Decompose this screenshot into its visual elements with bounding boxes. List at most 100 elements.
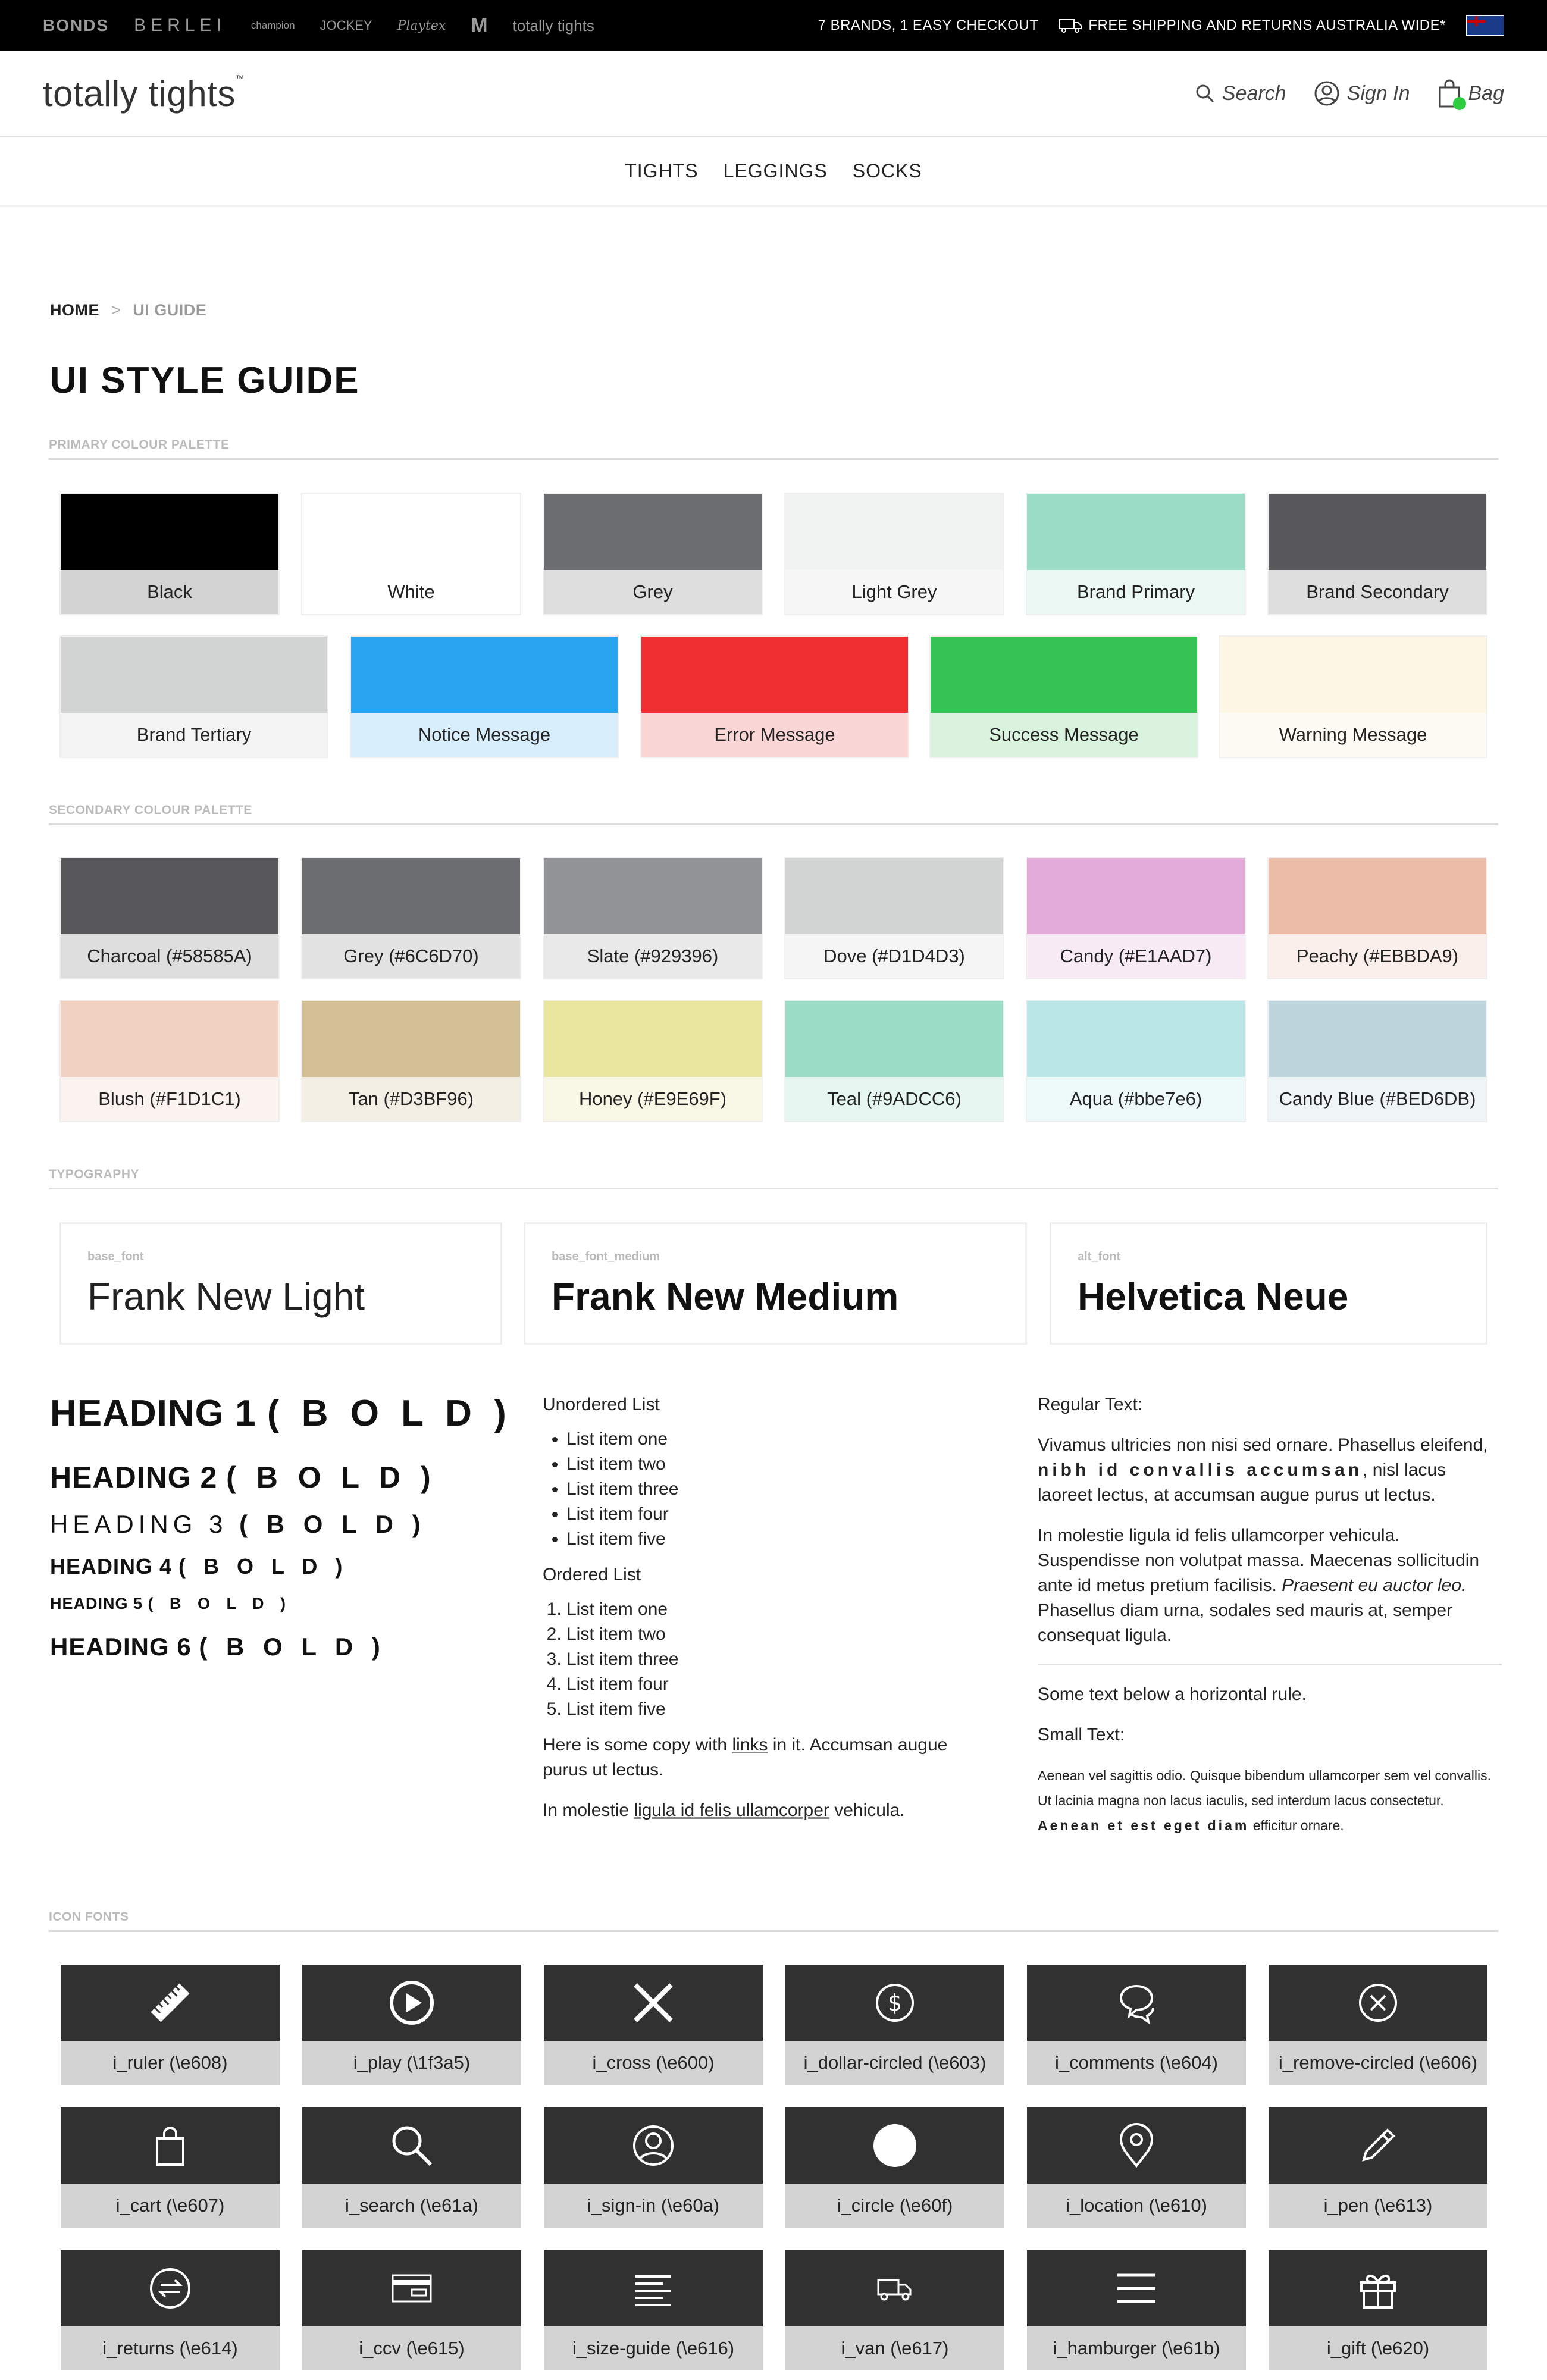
icon-card: i_remove-circled (\e606) [1269, 1965, 1488, 2085]
swatch-color [1220, 637, 1486, 713]
icon-card-preview [302, 2107, 521, 2184]
australia-flag-icon[interactable] [1466, 15, 1504, 36]
swatch-label: Teal (#9ADCC6) [785, 1077, 1003, 1121]
list-item: List item four [566, 1672, 995, 1697]
section-title-typography: TYPOGRAPHY [49, 1167, 1498, 1189]
search-icon [1196, 84, 1214, 103]
ccv-icon [392, 2274, 432, 2303]
heading-4-sample: HEADING 4 ( B O L D ) [50, 1554, 349, 1579]
font-card-alt: alt_font Helvetica Neue [1050, 1222, 1488, 1345]
brand-link-jockey[interactable]: JOCKEY [320, 18, 372, 33]
section-title-icons: ICON FONTS [49, 1910, 1498, 1932]
icon-card: i_ruler (\e608) [61, 1965, 280, 2085]
icon-card: i_ccv (\e615) [302, 2250, 521, 2370]
icon-card-label: i_location (\e610) [1066, 2195, 1207, 2216]
icon-card-preview [302, 2250, 521, 2326]
below-rule-text: Some text below a horizontal rule. [1038, 1684, 1307, 1704]
copy-with-link: Here is some copy with links in it. Accu… [543, 1735, 948, 1780]
color-swatch: Black [61, 494, 278, 614]
color-swatch: Error Message [641, 637, 908, 757]
icon-card-label: i_cart (\e607) [115, 2195, 225, 2216]
icon-card-label: i_size-guide (\e616) [572, 2338, 735, 2359]
search-label: Search [1222, 82, 1286, 105]
color-swatch: Blush (#F1D1C1) [61, 1001, 278, 1121]
color-swatch: Honey (#E9E69F) [544, 1001, 762, 1121]
list-item: List item two [566, 1452, 995, 1477]
swatch-label: Notice Message [351, 713, 618, 757]
breadcrumb-home[interactable]: HOME [50, 301, 99, 320]
text-column: Regular Text: Vivamus ultricies non nisi… [1038, 1392, 1502, 1853]
list-item: List item one [566, 1427, 995, 1452]
swatch-color [544, 858, 762, 934]
icon-card-label: i_ccv (\e615) [359, 2338, 465, 2359]
brand-link-playtex[interactable]: Playtex [397, 18, 446, 33]
font-tag: base_font_medium [552, 1250, 660, 1263]
inline-link[interactable]: links [732, 1735, 768, 1755]
swatch-color [785, 1001, 1003, 1077]
color-swatch: Aqua (#bbe7e6) [1027, 1001, 1245, 1121]
swatch-label: White [302, 570, 520, 614]
swatch-label: Black [61, 570, 278, 614]
nav-item-tights[interactable]: TIGHTS [625, 160, 698, 182]
color-swatch: Warning Message [1220, 637, 1486, 757]
color-swatch: Candy (#E1AAD7) [1027, 858, 1245, 978]
icon-card-preview [1027, 2250, 1246, 2326]
comments-icon [1119, 1984, 1154, 2025]
heading-6-sample: HEADING 6 ( B O L D ) [50, 1633, 386, 1661]
color-swatch: Brand Tertiary [61, 637, 327, 757]
brand-link-champion[interactable]: champion [251, 20, 295, 32]
location-icon [1119, 2123, 1154, 2168]
page-title: UI STYLE GUIDE [50, 360, 360, 401]
color-swatch: Success Message [931, 637, 1197, 757]
bag-link[interactable]: Bag [1438, 79, 1505, 110]
icon-card-label: i_gift (\e620) [1326, 2338, 1430, 2359]
icon-card: $ i_dollar-circled (\e603) [785, 1965, 1004, 2085]
bag-label: Bag [1468, 82, 1505, 105]
swatch-color [1027, 494, 1245, 570]
color-swatch: Teal (#9ADCC6) [785, 1001, 1003, 1121]
color-swatch: Brand Secondary [1269, 494, 1486, 614]
color-swatch: Charcoal (#58585A) [61, 858, 278, 978]
brand-link-berlei[interactable]: BERLEI [134, 15, 226, 36]
section-title-secondary: SECONDARY COLOUR PALETTE [49, 803, 1498, 825]
color-swatch: Dove (#D1D4D3) [785, 858, 1003, 978]
icon-card-preview [785, 2107, 1004, 2184]
lists-column: Unordered List List item one List item t… [543, 1392, 995, 1839]
swatch-color [544, 494, 762, 570]
swatch-color [1269, 494, 1486, 570]
color-swatch: Notice Message [351, 637, 618, 757]
nav-item-socks[interactable]: SOCKS [853, 160, 922, 182]
small-text-title: Small Text: [1038, 1725, 1125, 1745]
swatch-label: Candy Blue (#BED6DB) [1269, 1077, 1486, 1121]
inline-link[interactable]: ligula id felis ullamcorper [634, 1800, 829, 1820]
svg-text:$: $ [888, 1990, 902, 2016]
swatch-color [61, 494, 278, 570]
brand-link-m[interactable]: M [471, 14, 487, 37]
site-logo[interactable]: totally tights™ [43, 73, 244, 114]
icon-card-preview [302, 1965, 521, 2041]
swatch-label: Warning Message [1220, 713, 1486, 757]
promo-brands-text: 7 BRANDS, 1 EASY CHECKOUT [818, 17, 1039, 33]
font-name: Frank New Light [87, 1275, 365, 1318]
color-swatch: Tan (#D3BF96) [302, 1001, 520, 1121]
icon-card-preview [544, 2250, 763, 2326]
swatch-color [302, 858, 520, 934]
icon-card-label: i_hamburger (\e61b) [1053, 2338, 1220, 2359]
unordered-list: List item one List item two List item th… [543, 1427, 995, 1552]
sizeguide-icon [635, 2275, 671, 2306]
search-link[interactable]: Search [1195, 82, 1286, 105]
swatch-color [351, 637, 618, 713]
icon-card: i_van (\e617) [785, 2250, 1004, 2370]
icon-card-preview [61, 2107, 280, 2184]
sign-in-link[interactable]: Sign In [1314, 80, 1410, 107]
swatch-label: Brand Secondary [1269, 570, 1486, 614]
swatch-color [641, 637, 908, 713]
swatch-color [544, 1001, 762, 1077]
nav-item-leggings[interactable]: LEGGINGS [724, 160, 828, 182]
brand-link-totally-tights[interactable]: totally tights [513, 17, 594, 35]
breadcrumb-current: UI GUIDE [133, 301, 207, 319]
brand-link-bonds[interactable]: BONDS [43, 16, 109, 35]
list-item: List item five [566, 1697, 995, 1722]
icon-card-label: i_van (\e617) [841, 2338, 949, 2359]
icon-card-label: i_sign-in (\e60a) [587, 2195, 720, 2216]
